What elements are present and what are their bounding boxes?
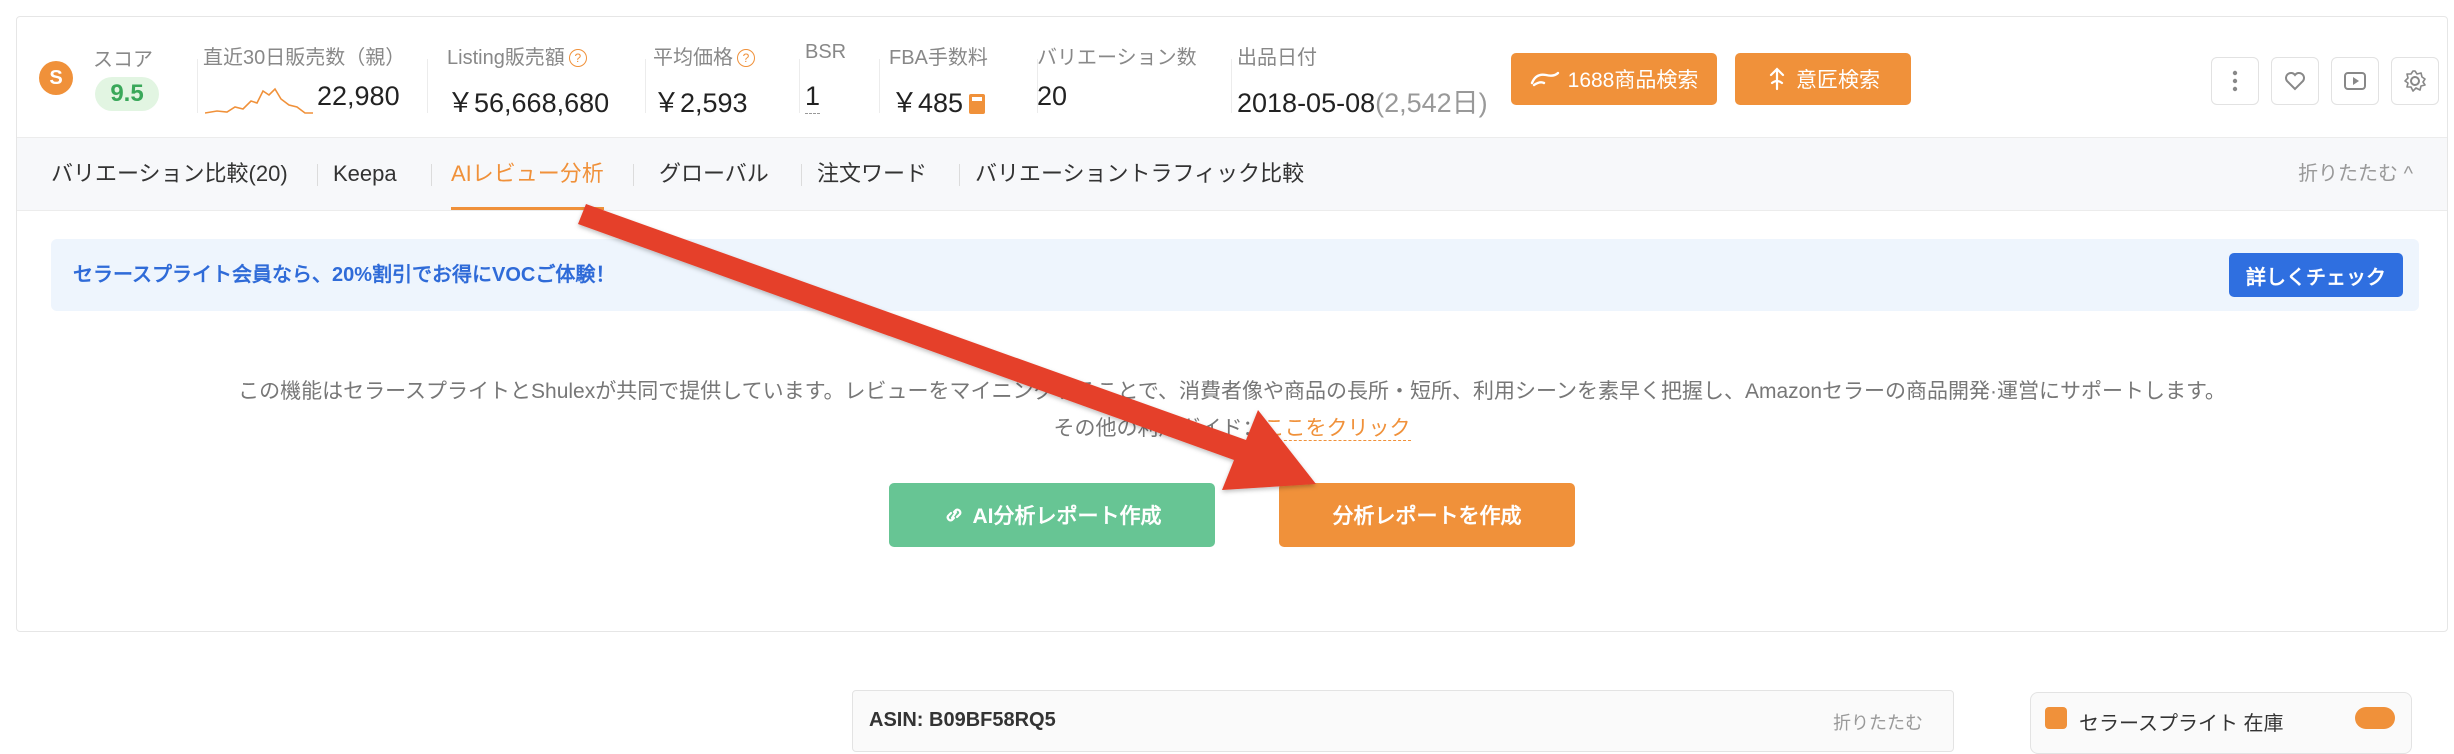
tab-bar: バリエーション比較(20) Keepa AIレビュー分析 グローバル 注文ワード…: [17, 137, 2447, 211]
bsr-label: BSR: [805, 41, 847, 63]
tab-divider: [431, 164, 432, 186]
guide-line: その他の利用ガイド：ここをクリック: [1053, 417, 1411, 441]
listing-sales-label: Listing販売額?: [447, 41, 587, 70]
sellersprite-small-logo-icon: [2045, 707, 2067, 729]
product-panel: S スコア 9.5 直近30日販売数（親） 22,980 Listing販売額?…: [16, 16, 2448, 632]
membership-notice: セラースプライト会員なら、20%割引でお得にVOCご体験！ 詳しくチェック: [51, 239, 2419, 311]
bsr-value[interactable]: 1: [805, 81, 821, 114]
fba-fee-value: ￥485: [891, 81, 986, 120]
tab-divider: [633, 164, 634, 186]
feature-description: この機能はセラースプライトとShulexが共同で提供しています。レビューをマイニ…: [17, 373, 2447, 447]
asin-card: ASIN: B09BF58RQ5 折りたたむ: [852, 690, 1954, 752]
description-line: この機能はセラースプライトとShulexが共同で提供しています。レビューをマイニ…: [238, 380, 2226, 403]
tab-variation-compare[interactable]: バリエーション比較(20): [51, 138, 288, 210]
calculator-icon[interactable]: [969, 94, 986, 114]
avg-price-label: 平均価格?: [653, 41, 755, 70]
variations-value: 20: [1037, 81, 1068, 111]
listing-date-label: 出品日付: [1237, 47, 1317, 69]
divider: [197, 59, 198, 113]
asin-collapse[interactable]: 折りたたむ: [1833, 709, 1923, 735]
design-search-icon: [1769, 67, 1785, 91]
score-value: 9.5: [95, 77, 159, 111]
divider: [879, 59, 880, 113]
create-report-button[interactable]: 分析レポートを作成: [1279, 483, 1575, 547]
help-icon[interactable]: ?: [737, 49, 755, 67]
divider: [1231, 59, 1232, 113]
inventory-label: セラースプライト 在庫: [2079, 713, 2284, 735]
listing-sales-value: ￥56,668,680: [447, 88, 610, 118]
inventory-toggle[interactable]: [2355, 707, 2395, 729]
listing-date-value: 2018-05-08(2,542日): [1237, 88, 1488, 118]
sales30-value: 22,980: [317, 81, 400, 111]
collapse-toggle[interactable]: 折りたたむ ^: [2298, 138, 2413, 210]
score-label: スコア: [93, 49, 153, 71]
sellersprite-logo-icon: S: [39, 61, 73, 95]
divider: [799, 59, 800, 113]
alibaba-logo-icon: [1530, 71, 1559, 87]
tab-ai-review-analysis[interactable]: AIレビュー分析: [451, 138, 604, 210]
tab-divider: [801, 164, 802, 186]
tab-variation-traffic-compare[interactable]: バリエーショントラフィック比較: [975, 138, 1304, 210]
tab-global[interactable]: グローバル: [659, 138, 769, 210]
play-video-icon[interactable]: [2331, 57, 2379, 105]
divider: [427, 59, 428, 113]
metrics-bar: S スコア 9.5 直近30日販売数（親） 22,980 Listing販売額?…: [17, 17, 2447, 137]
sales30-label: 直近30日販売数（親）: [203, 47, 406, 69]
link-icon: [946, 508, 961, 522]
tab-divider: [959, 164, 960, 186]
settings-icon[interactable]: [2391, 57, 2439, 105]
tab-order-keywords[interactable]: 注文ワード: [817, 138, 927, 210]
details-check-button[interactable]: 詳しくチェック: [2229, 253, 2403, 297]
avg-price-value: ￥2,593: [653, 88, 748, 118]
notice-text: セラースプライト会員なら、20%割引でお得にVOCご体験！: [73, 264, 616, 286]
guide-link[interactable]: ここをクリック: [1263, 417, 1411, 441]
inventory-side-card: セラースプライト 在庫: [2030, 692, 2412, 754]
sales-trend-sparkline-icon: [205, 87, 313, 114]
artisan-search-button[interactable]: 意匠検索: [1735, 53, 1911, 105]
asin-text: ASIN: B09BF58RQ5: [869, 709, 1056, 731]
search-1688-button[interactable]: 1688商品検索: [1511, 53, 1717, 105]
variations-label: バリエーション数: [1037, 47, 1197, 69]
help-icon[interactable]: ?: [568, 49, 587, 67]
divider: [645, 59, 646, 113]
heart-icon[interactable]: [2271, 57, 2319, 105]
tab-keepa[interactable]: Keepa: [333, 138, 397, 210]
more-vertical-icon[interactable]: [2211, 57, 2259, 105]
ai-report-button[interactable]: AI分析レポート作成: [889, 483, 1215, 547]
tab-divider: [317, 164, 318, 186]
fba-fee-label: FBA手数料: [889, 47, 988, 69]
